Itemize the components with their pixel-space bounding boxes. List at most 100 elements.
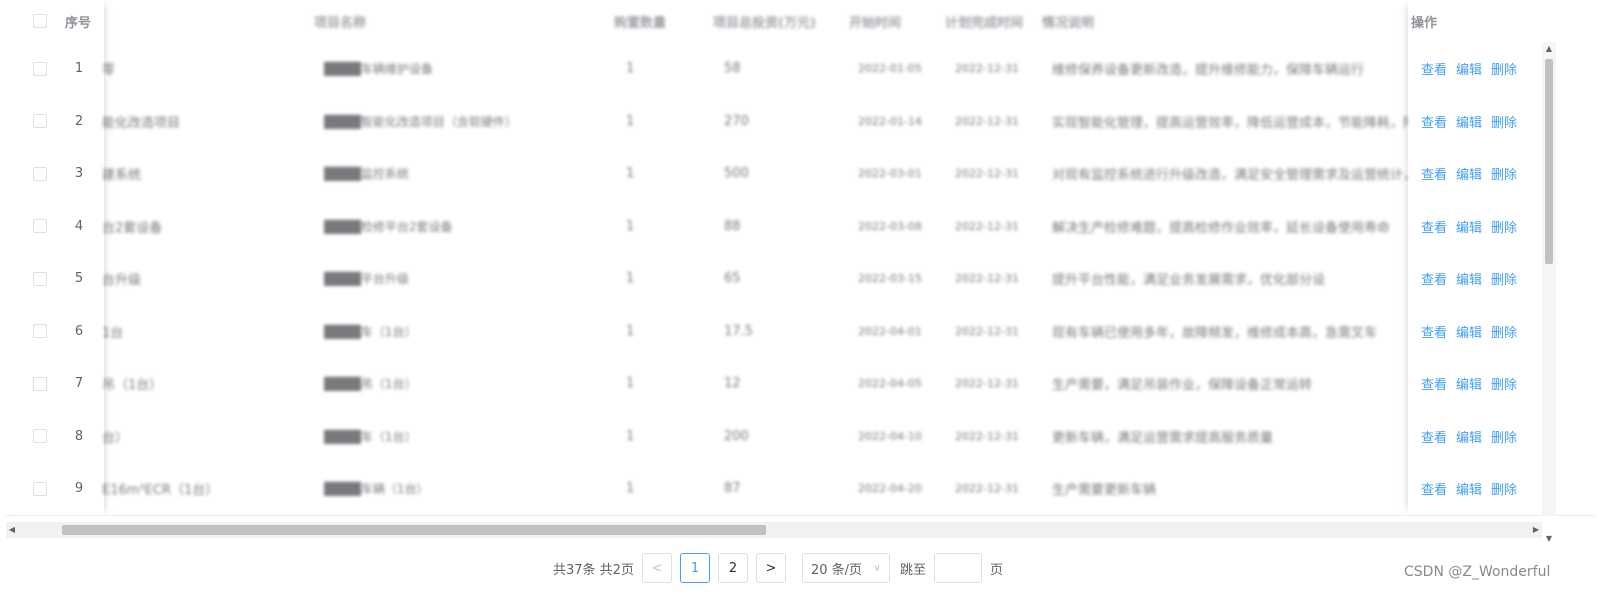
row-actions: 查看 编辑 删除 [1421,357,1546,410]
edit-button[interactable]: 编辑 [1456,59,1482,78]
edit-button[interactable]: 编辑 [1456,112,1482,131]
horizontal-scrollbar[interactable]: ◀ ▶ [6,522,1542,538]
jump-page-input[interactable] [933,553,982,583]
row-checkbox[interactable] [33,376,47,391]
page-button-1[interactable]: 1 [679,553,710,583]
row-checkbox[interactable] [33,61,47,76]
header-budget[interactable]: 项目总投资(万元) [713,0,853,42]
view-button[interactable]: 查看 [1421,59,1447,78]
row-partial-name: E16m³ECR（1台） [102,483,219,498]
row-project-name: ████监控系统 [324,167,409,181]
row-description: 更新车辆，满足运营需求提高服务质量 [1052,430,1274,446]
vertical-scrollbar[interactable]: ▲ ▼ [1542,42,1556,543]
row-finish-date: 2022-12-31 [955,429,1019,443]
row-description: 现有车辆已使用多年，故障频发，维修成本高，急需叉车 [1052,325,1378,341]
edit-button[interactable]: 编辑 [1456,217,1482,236]
edit-button[interactable]: 编辑 [1456,164,1482,183]
row-finish-date: 2022-12-31 [955,219,1019,233]
delete-button[interactable]: 删除 [1491,322,1517,341]
row-qty: 1 [626,481,635,496]
edit-button[interactable]: 编辑 [1456,479,1482,498]
page-size-value: 20 条/页 [810,562,863,578]
scroll-left-icon[interactable]: ◀ [6,522,18,538]
jump-label: 跳至 [899,562,926,578]
row-select-cell [33,95,53,148]
row-checkbox[interactable] [33,481,47,496]
edit-button[interactable]: 编辑 [1456,427,1482,446]
row-budget: 88 [724,218,741,234]
header-start[interactable]: 开始时间 [849,0,949,42]
page-size-select[interactable]: 20 条/页 ∨ [801,553,890,583]
header-name[interactable]: 项目名称 [314,0,434,42]
prev-page-button[interactable]: < [641,553,672,583]
row-qty: 1 [626,428,635,444]
row-actions: 查看 编辑 删除 [1421,304,1546,358]
delete-button[interactable]: 删除 [1491,479,1517,498]
row-start-date: 2022-04-05 [858,377,922,390]
view-button[interactable]: 查看 [1421,112,1447,131]
row-project-name: ████车辆维护设备 [324,62,433,76]
header-desc[interactable]: 情况说明 [1042,0,1142,42]
row-partial-name: 建系统 [102,168,142,183]
delete-button[interactable]: 删除 [1491,269,1517,288]
row-finish-date: 2022-12-31 [955,482,1019,495]
row-checkbox[interactable] [33,271,47,286]
delete-button[interactable]: 删除 [1491,112,1517,131]
row-partial-name: 1台 [102,325,124,341]
select-all-checkbox[interactable] [33,14,47,28]
select-all-cell [33,0,53,42]
scroll-right-icon[interactable]: ▶ [1530,522,1542,538]
table-row: 9 E16m³ECR（1台） ████车辆（1台） 1 87 2022-04-20 2022… [6,462,1596,516]
row-finish-date: 2022-12-31 [955,114,1019,128]
view-button[interactable]: 查看 [1421,217,1447,236]
header-qty[interactable]: 购置数量 [614,0,704,42]
vertical-scroll-thumb[interactable] [1545,59,1553,264]
row-checkbox[interactable] [33,166,47,181]
row-partial-name: 台2套设备 [102,220,163,236]
row-start-date: 2022-04-01 [858,324,922,338]
page-button-2[interactable]: 2 [717,553,748,583]
view-button[interactable]: 查看 [1421,479,1447,498]
table-row: 4 台2套设备 ████检修平台2套设备 1 88 2022-03-08 2022-12-3… [6,199,1596,254]
row-partial-name: 能化改造项目 [102,115,181,131]
next-page-button[interactable]: > [755,553,786,583]
row-select-cell [33,462,53,515]
edit-button[interactable]: 编辑 [1456,269,1482,288]
row-description: 提升平台性能，满足业务发展需求，优化部分设 [1052,273,1326,288]
edit-button[interactable]: 编辑 [1456,322,1482,341]
row-select-cell [33,42,53,95]
view-button[interactable]: 查看 [1421,269,1447,288]
delete-button[interactable]: 删除 [1491,164,1517,183]
table-header: 序号 项目名称 购置数量 项目总投资(万元) 开始时间 计划完成时间 情况说明 … [6,0,1596,43]
row-checkbox[interactable] [33,324,47,338]
view-button[interactable]: 查看 [1421,164,1447,183]
row-checkbox[interactable] [33,219,47,233]
header-index[interactable]: 序号 [65,0,105,42]
table-row: 2 能化改造项目 ████智能化改造项目（含软硬件） 1 270 2022-01-14 20… [6,94,1596,149]
view-button[interactable]: 查看 [1421,374,1447,393]
view-button[interactable]: 查看 [1421,427,1447,446]
delete-button[interactable]: 删除 [1491,374,1517,393]
row-index: 1 [74,61,84,76]
row-start-date: 2022-03-15 [858,272,922,285]
horizontal-scroll-thumb[interactable] [62,525,766,535]
delete-button[interactable]: 删除 [1491,427,1517,446]
row-partial-name: 吊（1台） [102,378,163,393]
view-button[interactable]: 查看 [1421,322,1447,341]
scroll-up-icon[interactable]: ▲ [1544,44,1554,54]
row-checkbox[interactable] [33,114,47,128]
delete-button[interactable]: 删除 [1491,59,1517,78]
row-qty: 1 [626,113,635,129]
row-checkbox[interactable] [33,429,47,443]
scroll-down-icon[interactable]: ▼ [1544,534,1554,544]
row-index: 5 [74,271,84,286]
chevron-right-icon: > [765,560,777,576]
row-actions: 查看 编辑 删除 [1421,94,1546,148]
row-partial-name: 零 [102,63,116,78]
row-start-date: 2022-03-08 [858,219,922,233]
row-select-cell [33,305,53,358]
delete-button[interactable]: 删除 [1491,217,1517,236]
watermark: CSDN @Z_Wonderful [1404,564,1551,580]
edit-button[interactable]: 编辑 [1456,374,1482,393]
header-finish[interactable]: 计划完成时间 [945,0,1045,42]
